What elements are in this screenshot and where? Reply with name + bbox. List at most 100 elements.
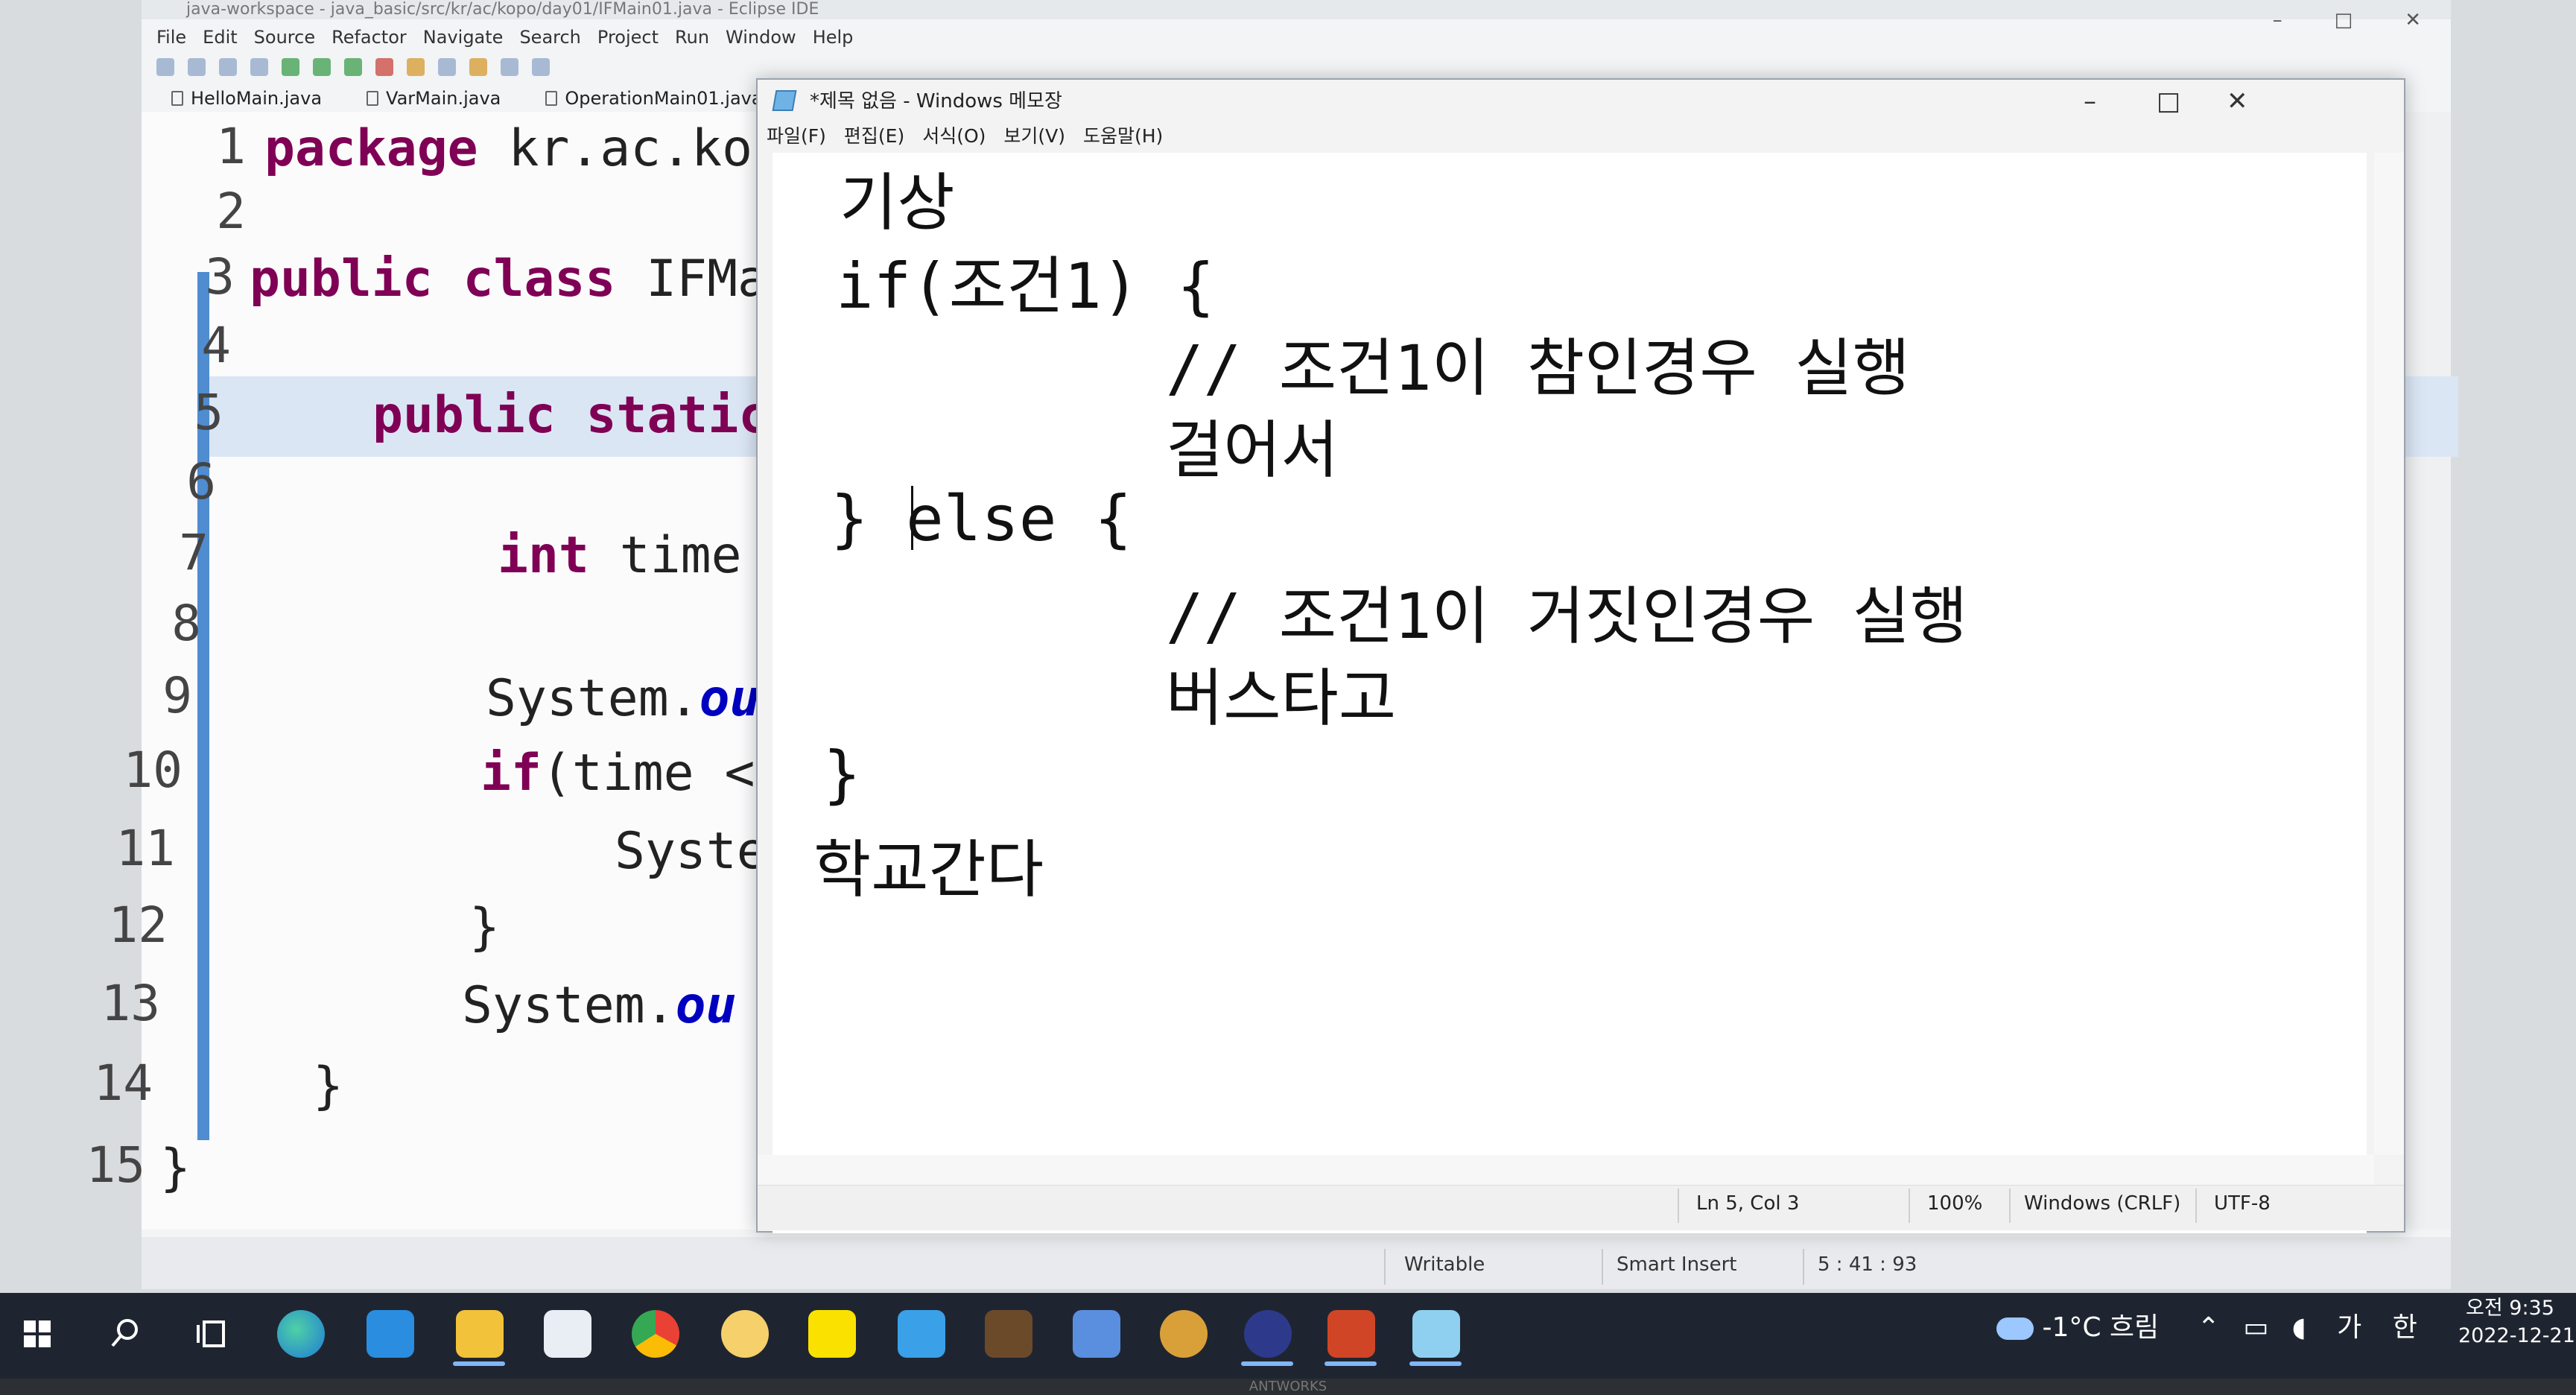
menu-format[interactable]: 서식(O) xyxy=(922,120,986,153)
search-icon[interactable] xyxy=(101,1310,148,1358)
menu-edit[interactable]: 편집(E) xyxy=(844,120,904,153)
status-separator xyxy=(1602,1249,1603,1285)
app-icon-4[interactable] xyxy=(1160,1310,1208,1358)
line-number: 3 xyxy=(205,248,235,306)
coverage-icon[interactable] xyxy=(344,58,362,76)
network-icon[interactable]: ▭ xyxy=(2243,1312,2268,1343)
save-icon[interactable] xyxy=(188,58,206,76)
line-number: 8 xyxy=(171,595,201,652)
notepad-text-area[interactable]: 기상 if(조건1) { // 조건1이 참인경우 실행 걸어서 } else … xyxy=(773,153,2367,1233)
menu-view[interactable]: 보기(V) xyxy=(1003,120,1065,153)
menu-file[interactable]: 파일(F) xyxy=(767,120,826,153)
edge-icon[interactable] xyxy=(277,1310,325,1358)
eclipse-title: java-workspace - java_basic/src/kr/ac/ko… xyxy=(142,0,2451,19)
active-indicator xyxy=(453,1361,505,1366)
eclipse-menubar: File Edit Source Refactor Navigate Searc… xyxy=(156,22,853,52)
new-icon[interactable] xyxy=(156,58,174,76)
open-type-icon[interactable] xyxy=(469,58,487,76)
maximize-button[interactable]: □ xyxy=(2157,83,2180,120)
powerpoint-icon[interactable] xyxy=(1327,1310,1375,1358)
eclipse-side-toolbar xyxy=(2399,112,2451,1230)
close-button[interactable]: ✕ xyxy=(2405,9,2421,31)
weather-icon[interactable] xyxy=(1996,1318,2034,1340)
annotation-icon[interactable] xyxy=(532,58,550,76)
tab-varmain[interactable]: VarMain.java xyxy=(367,83,501,113)
app-icon-3[interactable] xyxy=(1073,1310,1120,1358)
status-ln-col: Ln 5, Col 3 xyxy=(1696,1192,1800,1215)
store-icon[interactable] xyxy=(544,1310,591,1358)
tab-hellomain[interactable]: HelloMain.java xyxy=(171,83,322,113)
line-number: 10 xyxy=(123,741,183,799)
text-line: 학교간다 xyxy=(813,833,1044,906)
tab-operationmain01[interactable]: OperationMain01.java xyxy=(545,83,763,113)
menu-edit[interactable]: Edit xyxy=(203,22,237,52)
debug-icon[interactable] xyxy=(282,58,299,76)
menu-source[interactable]: Source xyxy=(254,22,315,52)
file-explorer-icon[interactable] xyxy=(456,1310,504,1358)
code-line-15: } xyxy=(160,1139,191,1198)
menu-refactor[interactable]: Refactor xyxy=(331,22,407,52)
menu-help[interactable]: Help xyxy=(813,22,854,52)
minimize-button[interactable]: – xyxy=(2084,83,2096,120)
notepad-icon[interactable] xyxy=(1412,1310,1460,1358)
chevron-up-icon[interactable]: ⌃ xyxy=(2198,1312,2220,1343)
line-number: 11 xyxy=(115,820,175,877)
active-indicator xyxy=(1409,1361,1462,1366)
status-separator xyxy=(1909,1189,1910,1223)
search-tool-icon[interactable] xyxy=(501,58,518,76)
status-cursor-position: 5 : 41 : 93 xyxy=(1818,1253,1917,1276)
mail-icon[interactable] xyxy=(367,1310,414,1358)
minimize-button[interactable]: – xyxy=(2273,9,2282,31)
line-number: 9 xyxy=(162,667,192,724)
menu-run[interactable]: Run xyxy=(675,22,709,52)
kakao-icon[interactable] xyxy=(721,1310,769,1358)
vertical-scrollbar[interactable] xyxy=(2374,153,2404,1155)
editor-tabs: HelloMain.java VarMain.java OperationMai… xyxy=(171,83,763,113)
app-icon-1[interactable] xyxy=(898,1310,945,1358)
close-button[interactable]: ✕ xyxy=(2227,83,2248,120)
eclipse-window-controls: – □ ✕ xyxy=(2273,9,2421,31)
ime-mode-ga[interactable]: 가 xyxy=(2337,1312,2361,1343)
run-icon[interactable] xyxy=(313,58,331,76)
eclipse-status-bar xyxy=(142,1237,2451,1289)
new-class-icon[interactable] xyxy=(438,58,456,76)
menu-window[interactable]: Window xyxy=(726,22,796,52)
horizontal-scrollbar[interactable] xyxy=(758,1155,2374,1185)
new-package-icon[interactable] xyxy=(407,58,425,76)
external-tools-icon[interactable] xyxy=(375,58,393,76)
chrome-icon[interactable] xyxy=(632,1310,679,1358)
volume-icon[interactable]: ◖ xyxy=(2292,1312,2306,1343)
code-line-12: } xyxy=(469,898,500,957)
eclipse-icon[interactable] xyxy=(1244,1310,1292,1358)
active-indicator xyxy=(1325,1361,1377,1366)
task-view-icon[interactable] xyxy=(188,1310,235,1358)
kakaotalk-icon[interactable] xyxy=(808,1310,856,1358)
maximize-button[interactable]: □ xyxy=(2335,9,2353,31)
ime-mode-han[interactable]: 한 xyxy=(2393,1312,2417,1343)
status-writable: Writable xyxy=(1404,1253,1485,1276)
java-file-icon xyxy=(171,91,183,106)
windows-start-icon[interactable] xyxy=(13,1310,61,1358)
clock-time[interactable]: 오전 9:35 xyxy=(2466,1291,2554,1320)
app-icon-2[interactable] xyxy=(985,1310,1032,1358)
notepad-menubar: 파일(F) 편집(E) 서식(O) 보기(V) 도움말(H) xyxy=(767,120,1163,153)
status-separator xyxy=(1803,1249,1804,1285)
text-line: // 조건1이 거짓인경우 실행 xyxy=(1166,580,1968,653)
active-indicator xyxy=(1241,1361,1293,1366)
terminal-icon[interactable] xyxy=(250,58,268,76)
line-number: 15 xyxy=(86,1136,145,1194)
menu-search[interactable]: Search xyxy=(519,22,580,52)
menu-project[interactable]: Project xyxy=(597,22,659,52)
status-insert-mode: Smart Insert xyxy=(1617,1253,1737,1276)
menu-help[interactable]: 도움말(H) xyxy=(1083,120,1163,153)
weather-text[interactable]: -1°C 흐림 xyxy=(2042,1312,2159,1343)
code-line-11: Syste xyxy=(615,822,767,881)
menu-file[interactable]: File xyxy=(156,22,186,52)
text-line: 기상 xyxy=(840,166,955,239)
menu-navigate[interactable]: Navigate xyxy=(423,22,504,52)
clock-date[interactable]: 2022-12-21 xyxy=(2458,1324,2575,1347)
code-line-7: int time xyxy=(498,526,742,585)
code-line-13: System.ou xyxy=(462,976,737,1035)
code-line-14: } xyxy=(313,1057,343,1116)
save-all-icon[interactable] xyxy=(219,58,237,76)
